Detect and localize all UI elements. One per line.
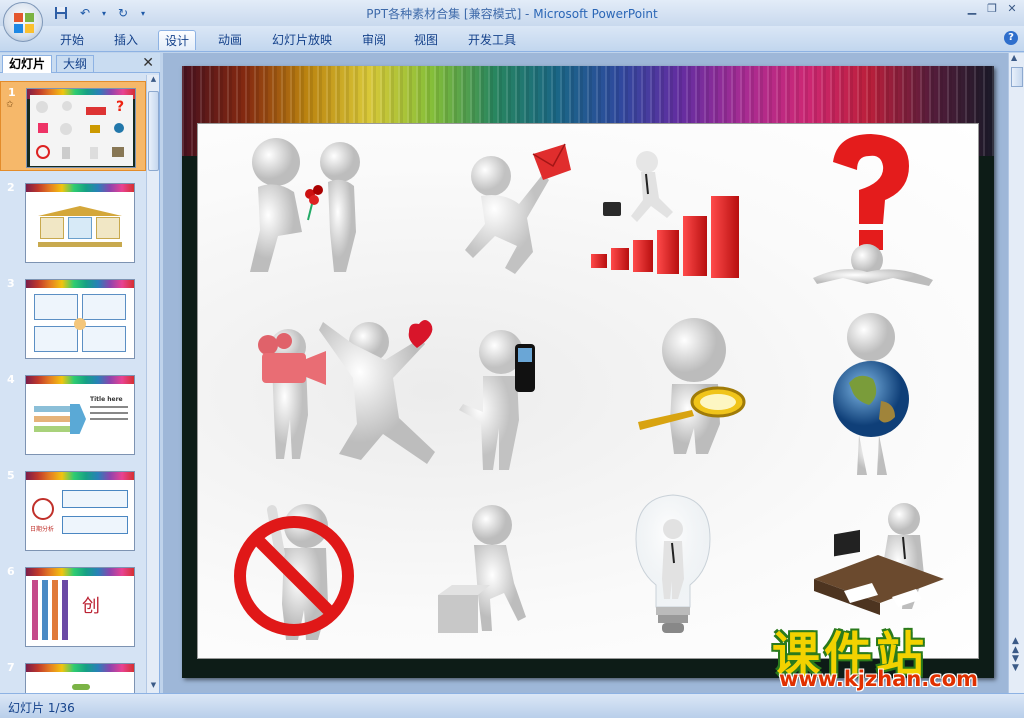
animation-star-icon: ✩ <box>6 100 14 110</box>
slide-thumb-4[interactable]: 4 Title here <box>0 369 146 459</box>
tab-slides[interactable]: 幻灯片 <box>2 55 53 73</box>
scroll-down-icon[interactable]: ▼ <box>148 681 159 693</box>
scrollbar-thumb[interactable] <box>148 91 159 171</box>
figure-globe-icon <box>823 309 923 479</box>
minimize-icon[interactable]: ▁ <box>964 2 980 16</box>
scrollbar-thumb[interactable] <box>1011 67 1023 87</box>
slide-editing-area[interactable] <box>163 53 1008 693</box>
figure-idea-bulb-icon <box>628 489 718 644</box>
tab-view[interactable]: 视图 <box>408 30 444 50</box>
office-button[interactable] <box>3 2 43 42</box>
slide-number: 4 <box>7 373 15 386</box>
slide-indicator: 幻灯片 1/36 <box>8 701 75 715</box>
tab-design[interactable]: 设计 <box>158 30 197 50</box>
figure-love-icon <box>313 314 463 474</box>
figure-question-icon <box>803 132 943 292</box>
restore-icon[interactable]: ❐ <box>984 2 1000 16</box>
document-title: PPT各种素材合集 [兼容模式] - <box>366 7 534 21</box>
slide-thumb-3[interactable]: 3 <box>0 273 146 363</box>
scroll-up-icon[interactable]: ▲ <box>1011 53 1017 62</box>
window-title: PPT各种素材合集 [兼容模式] - Microsoft PowerPoint <box>0 5 1024 22</box>
slide-number: 2 <box>7 181 15 194</box>
tab-animations[interactable]: 动画 <box>212 30 248 50</box>
figure-growth-chart-icon <box>583 142 763 292</box>
tab-home[interactable]: 开始 <box>54 30 90 50</box>
tab-insert[interactable]: 插入 <box>108 30 144 50</box>
ribbon-tabs: 开始 插入 设计 动画 幻灯片放映 审阅 视图 开发工具 <box>0 26 1024 52</box>
slide-thumb-6[interactable]: 6 创 <box>0 561 146 651</box>
thumbnail-image <box>25 663 135 693</box>
figure-proposal-icon <box>238 132 378 282</box>
help-icon[interactable]: ? <box>1004 31 1018 45</box>
thumbnail-image: 创 <box>25 567 135 647</box>
thumbnail-image: 日期分析 <box>25 471 135 551</box>
watermark-url: www.kjzhan.com <box>779 667 979 691</box>
figure-phone-icon <box>453 324 548 474</box>
office-logo-icon <box>14 13 34 33</box>
figure-magnifier-icon <box>628 314 758 459</box>
slide-thumb-5[interactable]: 5 日期分析 <box>0 465 146 555</box>
thumbnail-caption: Title here <box>90 396 123 403</box>
close-icon[interactable]: ✕ <box>142 55 154 71</box>
current-slide[interactable] <box>182 66 994 678</box>
slide-number: 5 <box>7 469 15 482</box>
tab-developer[interactable]: 开发工具 <box>462 30 522 50</box>
tab-slideshow[interactable]: 幻灯片放映 <box>266 30 338 50</box>
thumbnail-image <box>25 279 135 359</box>
scroll-up-icon[interactable]: ▲ <box>148 75 159 87</box>
slide-thumb-1[interactable]: 1 ✩ ? <box>0 81 146 171</box>
slide-thumbnails: 1 ✩ ? 2 3 4 Title here 5 日期分析 6 创 7 <box>0 75 146 693</box>
slide-canvas <box>197 123 979 659</box>
figure-thinker-icon <box>418 499 538 644</box>
figure-delivery-icon <box>433 134 583 284</box>
tab-review[interactable]: 审阅 <box>356 30 392 50</box>
tab-outline[interactable]: 大纲 <box>56 55 95 73</box>
slide-number: 1 <box>8 86 16 99</box>
thumbnail-image <box>25 183 135 263</box>
pane-tabs: 幻灯片 大纲 ✕ <box>0 53 160 73</box>
slide-thumb-2[interactable]: 2 <box>0 177 146 267</box>
thumbnail-caption: 日期分析 <box>30 526 55 533</box>
slide-number: 7 <box>7 661 15 674</box>
slide-scrollbar[interactable]: ▲ ▲ ▲ ▼ ▼ <box>1008 53 1024 693</box>
status-bar: 幻灯片 1/36 <box>0 693 1024 718</box>
slide-number: 3 <box>7 277 15 290</box>
slides-pane: 幻灯片 大纲 ✕ 1 ✩ ? 2 3 4 Title here 5 日期分析 6… <box>0 53 160 693</box>
slide-number: 6 <box>7 565 15 578</box>
thumbnail-scrollbar[interactable]: ▲ ▼ <box>146 75 159 693</box>
close-icon[interactable]: ✕ <box>1004 2 1020 16</box>
title-bar: ↶ ▾ ↻ ▾ PPT各种素材合集 [兼容模式] - Microsoft Pow… <box>0 0 1024 26</box>
thumbnail-image: Title here <box>25 375 135 455</box>
app-name: Microsoft PowerPoint <box>533 7 658 21</box>
thumbnail-image: ? <box>26 88 136 168</box>
figure-prohibited-icon <box>228 494 363 644</box>
slide-thumb-7[interactable]: 7 <box>0 657 146 693</box>
page-nav-icon[interactable]: ▲ ▲ ▼ ▼ <box>1012 637 1019 673</box>
window-controls: ▁ ❐ ✕ <box>964 2 1020 16</box>
